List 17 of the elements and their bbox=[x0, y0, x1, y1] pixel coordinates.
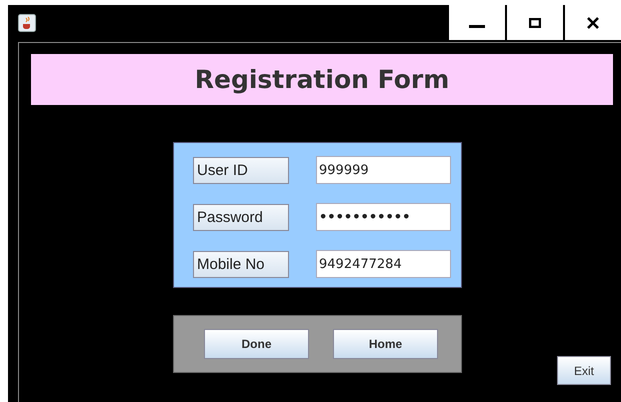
field-label-button[interactable]: User ID bbox=[193, 156, 289, 184]
maximize-button[interactable] bbox=[507, 5, 563, 40]
cup-icon bbox=[18, 14, 36, 32]
input-field[interactable]: 999999 bbox=[316, 156, 451, 184]
close-button[interactable] bbox=[565, 5, 621, 40]
input-field[interactable]: ••••••••••• bbox=[316, 203, 451, 231]
maximize-icon bbox=[529, 18, 541, 28]
close-icon bbox=[587, 16, 599, 28]
input-field[interactable]: 9492477284 bbox=[316, 250, 451, 278]
exit-button[interactable]: Exit bbox=[557, 356, 611, 385]
minimize-button[interactable] bbox=[449, 5, 505, 40]
field-label-button[interactable]: Mobile No bbox=[193, 250, 289, 278]
field-label-button[interactable]: Password bbox=[193, 204, 289, 230]
action-button[interactable]: Home bbox=[333, 329, 438, 359]
action-button[interactable]: Done bbox=[204, 329, 309, 359]
form-title: Registration Form bbox=[194, 65, 450, 94]
minimize-icon bbox=[469, 25, 485, 28]
